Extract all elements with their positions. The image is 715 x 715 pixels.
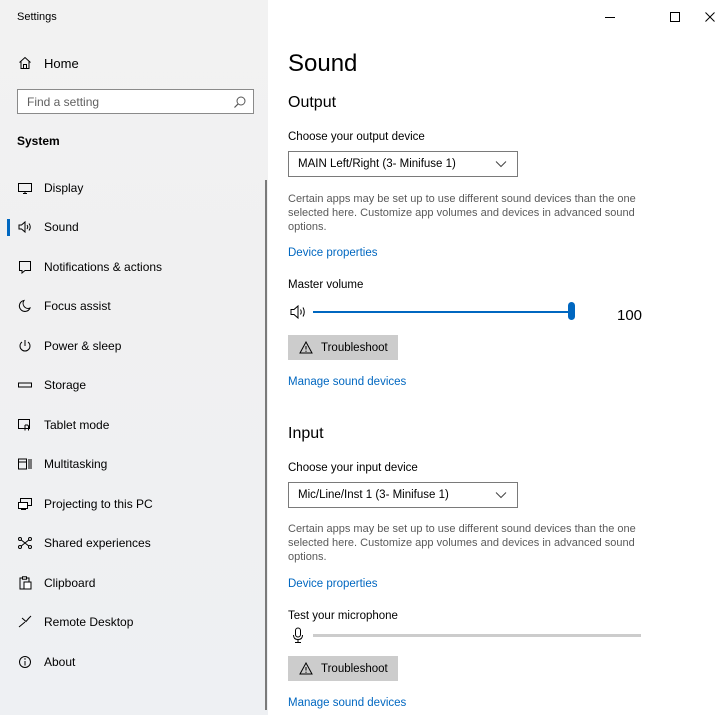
sidebar-item-focus-assist[interactable]: Focus assist (0, 287, 268, 327)
sidebar-item-clipboard[interactable]: Clipboard (0, 563, 268, 603)
home-label: Home (44, 55, 79, 71)
master-volume-label: Master volume (288, 279, 364, 291)
home-icon (17, 55, 33, 71)
sidebar-item-tablet-mode[interactable]: Tablet mode (0, 405, 268, 445)
input-device-value: Mic/Line/Inst 1 (3- Minifuse 1) (298, 489, 449, 501)
troubleshoot-label: Troubleshoot (321, 341, 388, 354)
sidebar-item-multitasking[interactable]: Multitasking (0, 445, 268, 485)
input-device-select[interactable]: Mic/Line/Inst 1 (3- Minifuse 1) (288, 482, 518, 508)
sidebar-home[interactable]: Home (17, 52, 79, 74)
volume-speaker-icon (289, 304, 311, 325)
sidebar-item-label: Focus assist (44, 299, 111, 314)
volume-value: 100 (617, 307, 643, 324)
sidebar-item-label: Storage (44, 378, 87, 393)
search-input[interactable] (27, 94, 227, 109)
sidebar-item-shared-experiences[interactable]: Shared experiences (0, 524, 268, 564)
search-icon[interactable] (233, 95, 247, 109)
warning-icon (299, 341, 313, 355)
sidebar: Settings Home System Display Sound (0, 0, 268, 715)
display-icon (17, 180, 33, 196)
sidebar-item-label: Shared experiences (44, 536, 151, 551)
close-icon (705, 12, 715, 22)
output-device-value: MAIN Left/Right (3- Minifuse 1) (298, 158, 456, 170)
chevron-down-icon (495, 492, 507, 499)
volume-slider-track[interactable] (313, 311, 571, 313)
minimize-button[interactable] (600, 8, 620, 26)
output-device-select[interactable]: MAIN Left/Right (3- Minifuse 1) (288, 151, 518, 177)
sidebar-item-power-sleep[interactable]: Power & sleep (0, 326, 268, 366)
sidebar-item-projecting[interactable]: Projecting to this PC (0, 484, 268, 524)
sidebar-item-sound[interactable]: Sound (0, 208, 268, 248)
output-description: Certain apps may be set up to use differ… (288, 193, 636, 233)
search-box[interactable] (17, 89, 254, 114)
input-device-properties-link[interactable]: Device properties (288, 578, 377, 590)
output-manage-devices-link[interactable]: Manage sound devices (288, 376, 406, 388)
sidebar-item-label: About (44, 654, 76, 669)
sidebar-item-label: Sound (44, 220, 79, 235)
maximize-icon (670, 12, 680, 22)
power-icon (17, 338, 33, 354)
sidebar-nav: Display Sound Notifications & actions Fo… (0, 168, 268, 682)
page-title: Sound (288, 50, 358, 77)
input-manage-devices-link[interactable]: Manage sound devices (288, 697, 406, 709)
microphone-icon (292, 627, 304, 649)
section-label-system: System (17, 134, 60, 148)
app-title: Settings (17, 11, 57, 23)
microphone-level-meter (313, 634, 641, 637)
sidebar-item-display[interactable]: Display (0, 168, 268, 208)
info-icon (17, 654, 33, 670)
sidebar-item-label: Display (44, 180, 84, 195)
input-description: Certain apps may be set up to use differ… (288, 523, 636, 563)
input-device-label: Choose your input device (288, 462, 418, 474)
output-device-properties-link[interactable]: Device properties (288, 247, 377, 259)
output-device-label: Choose your output device (288, 131, 425, 143)
sidebar-item-remote-desktop[interactable]: Remote Desktop (0, 603, 268, 643)
clipboard-icon (17, 575, 33, 591)
sidebar-scrollbar[interactable] (265, 180, 267, 710)
sidebar-item-label: Tablet mode (44, 417, 110, 432)
chevron-down-icon (495, 161, 507, 168)
sidebar-item-label: Projecting to this PC (44, 496, 153, 511)
moon-icon (17, 298, 33, 314)
sidebar-item-notifications[interactable]: Notifications & actions (0, 247, 268, 287)
notification-icon (17, 259, 33, 275)
close-button[interactable] (700, 8, 715, 26)
output-heading: Output (288, 94, 337, 111)
test-microphone-label: Test your microphone (288, 610, 398, 622)
multitasking-icon (17, 456, 33, 472)
troubleshoot-label: Troubleshoot (321, 662, 388, 675)
input-heading: Input (288, 425, 324, 442)
shared-icon (17, 535, 33, 551)
projecting-icon (17, 496, 33, 512)
warning-icon (299, 662, 313, 676)
remote-desktop-icon (17, 614, 33, 630)
minimize-icon (605, 17, 615, 18)
sidebar-item-storage[interactable]: Storage (0, 366, 268, 406)
sidebar-item-label: Clipboard (44, 575, 96, 590)
volume-slider-thumb[interactable] (568, 302, 575, 320)
speaker-icon (17, 219, 33, 235)
tablet-icon (17, 417, 33, 433)
sidebar-item-label: Multitasking (44, 457, 108, 472)
sidebar-item-label: Notifications & actions (44, 259, 163, 274)
output-troubleshoot-button[interactable]: Troubleshoot (288, 335, 398, 360)
maximize-button[interactable] (665, 8, 685, 26)
input-troubleshoot-button[interactable]: Troubleshoot (288, 656, 398, 681)
sidebar-item-about[interactable]: About (0, 642, 268, 682)
sidebar-item-label: Remote Desktop (44, 615, 134, 630)
storage-icon (17, 377, 33, 393)
sidebar-item-label: Power & sleep (44, 338, 122, 353)
